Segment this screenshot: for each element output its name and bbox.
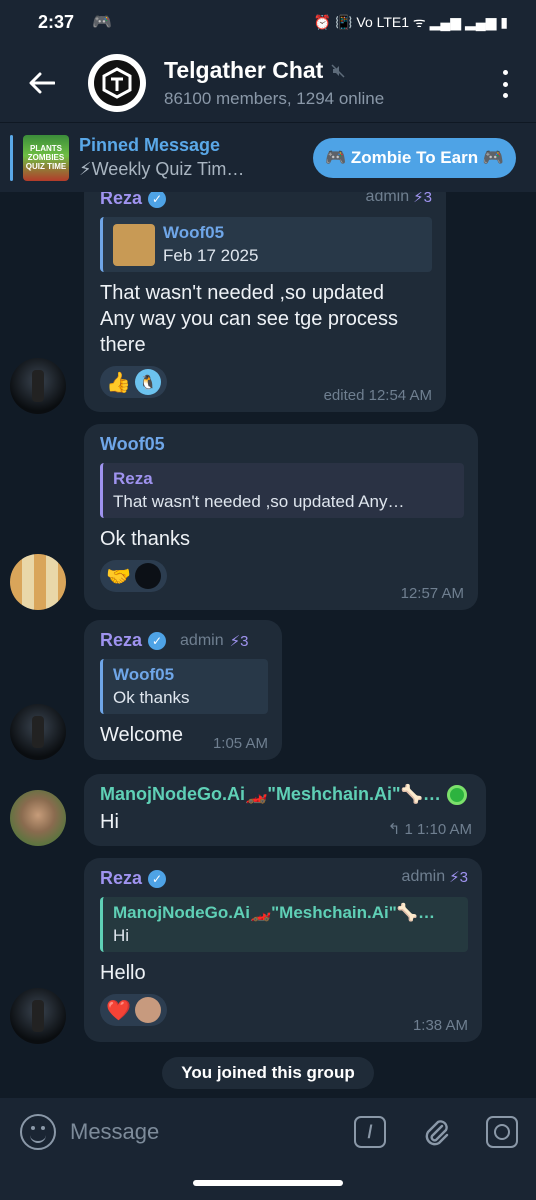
avatar-reza[interactable] — [10, 704, 66, 760]
message-text: Ok thanks — [100, 528, 191, 550]
arrow-left-icon — [29, 72, 55, 94]
pinned-indicator — [10, 134, 13, 181]
reply-text: Hi — [113, 926, 130, 945]
discord-icon: 🎮 — [92, 14, 112, 31]
penguin-reaction: 🐧 — [134, 369, 161, 395]
status-indicators: ⏰ 📳 Vo LTE1 ᯤ ▂▄▆ ▂▄▆ ▮ — [314, 13, 508, 32]
message-time: 1:05 AM — [212, 735, 268, 752]
back-button[interactable] — [12, 53, 72, 113]
message-bubble[interactable]: Woof05 Reza That wasn't needed ,so updat… — [84, 424, 478, 610]
reply-text: That wasn't needed ,so updated Any… — [113, 492, 405, 511]
reply-preview[interactable]: Reza That wasn't needed ,so updated Any… — [100, 463, 464, 518]
system-message: You joined this group — [162, 1057, 374, 1089]
avatar-reza[interactable] — [10, 988, 66, 1044]
status-badge-icon — [446, 784, 467, 805]
message-bubble[interactable]: Reza ✓ admin ⚡3 Woof05 Feb 17 2025 That … — [84, 192, 446, 412]
reply-sender: Reza — [113, 469, 153, 488]
message-time: 1:38 AM — [412, 1017, 468, 1034]
home-gesture-bar[interactable] — [193, 1180, 343, 1186]
reply-text: Feb 17 2025 — [163, 246, 259, 265]
message-line: there — [100, 334, 146, 356]
role-text: admin — [365, 192, 410, 205]
reactor-avatar — [134, 997, 161, 1023]
message-time: ↰ 1 1:10 AM — [387, 821, 472, 838]
role-label: admin ⚡3 — [366, 192, 432, 206]
role-label: admin ⚡3 — [402, 868, 468, 886]
message-text: Hello — [100, 962, 146, 984]
chat-header: Telgather Chat 86100 members, 1294 onlin… — [0, 44, 536, 122]
handshake-reaction: 🤝 — [106, 565, 131, 588]
reply-preview[interactable]: Woof05 Feb 17 2025 — [100, 217, 432, 272]
chat-messages[interactable]: Reza ✓ admin ⚡3 Woof05 Feb 17 2025 That … — [0, 192, 536, 1098]
zombie-to-earn-button[interactable]: 🎮 Zombie To Earn 🎮 — [313, 138, 516, 178]
emoji-button[interactable] — [20, 1114, 56, 1150]
status-time: 2:37 — [38, 11, 75, 32]
pinned-message-bar[interactable]: PLANTS ZOMBIES QUIZ TIME Pinned Message … — [0, 122, 536, 192]
reply-thumbnail — [113, 223, 155, 266]
pinned-title: Pinned Message — [79, 135, 221, 155]
reaction-pill[interactable]: 🤝 — [100, 560, 167, 592]
reaction-pill[interactable]: ❤️ — [100, 994, 167, 1026]
message-time: edited 12:54 AM — [323, 387, 432, 404]
verified-icon: ✓ — [148, 631, 167, 650]
command-button[interactable]: / — [354, 1116, 386, 1148]
message-line: That wasn't needed ,so updated — [100, 282, 385, 304]
system-nav-bar — [0, 1166, 536, 1200]
message-time: 12:57 AM — [400, 585, 464, 602]
reply-text: Ok thanks — [113, 688, 190, 707]
status-bar: 2:37 🎮 ⏰ 📳 Vo LTE1 ᯤ ▂▄▆ ▂▄▆ ▮ — [0, 0, 536, 44]
thumbs-up-reaction: 👍 — [106, 371, 131, 394]
reply-sender: Woof05 — [113, 665, 175, 684]
role-text: admin — [401, 868, 446, 885]
message-input[interactable]: Message — [70, 1119, 159, 1145]
sender-name[interactable]: Reza ✓ admin ⚡3 — [100, 630, 268, 651]
reply-sender: ManojNodeGo.Ai🏎️"Meshchain.Ai"🦴… — [113, 903, 435, 922]
status-indicators-text: ⏰ 📳 Vo LTE1 ᯤ ▂▄▆ ▂▄▆ ▮ — [313, 13, 508, 30]
heart-reaction: ❤️ — [106, 999, 131, 1022]
message-line: Any way you can see tge process — [100, 308, 398, 330]
boost-badge: ⚡3 — [229, 632, 249, 650]
verified-icon: ✓ — [148, 192, 167, 208]
pinned-thumb-line-2: ZOMBIES — [27, 153, 65, 162]
message-bubble[interactable]: ManojNodeGo.Ai🏎️"Meshchain.Ai"🦴… Hi ↰ 1 … — [84, 774, 486, 846]
sender-name-text: Reza — [100, 630, 143, 650]
avatar-woof05[interactable] — [10, 554, 66, 610]
group-avatar[interactable] — [88, 54, 146, 112]
attach-icon[interactable] — [420, 1116, 452, 1148]
chat-title: Telgather Chat — [164, 57, 384, 84]
message-bubble[interactable]: Reza ✓ admin ⚡3 Woof05 Ok thanks Welcome… — [84, 620, 282, 760]
reactor-avatar — [134, 563, 161, 589]
reaction-pill[interactable]: 👍 🐧 — [100, 366, 167, 398]
pinned-text: Pinned Message ⚡Weekly Quiz Tim… — [79, 135, 244, 180]
input-actions: / — [354, 1116, 518, 1148]
pinned-preview: ⚡Weekly Quiz Tim… — [79, 159, 245, 179]
boost-badge: ⚡3 — [449, 869, 468, 886]
sender-name-text: ManojNodeGo.Ai🏎️"Meshchain.Ai"🦴… — [100, 784, 441, 804]
pinned-thumbnail: PLANTS ZOMBIES QUIZ TIME — [23, 134, 69, 181]
boost-badge: ⚡3 — [413, 192, 432, 206]
member-count: 86100 members, 1294 online — [164, 89, 385, 108]
message-text: That wasn't needed ,so updated Any way y… — [100, 280, 432, 358]
sender-name-text: Reza — [100, 192, 143, 208]
message-input-bar: Message / — [0, 1098, 536, 1166]
muted-speaker-icon — [331, 63, 345, 78]
chat-title-text: Telgather Chat — [164, 57, 324, 83]
verified-icon: ✓ — [148, 869, 167, 888]
reply-sender: Woof05 — [163, 223, 225, 242]
sender-name[interactable]: ManojNodeGo.Ai🏎️"Meshchain.Ai"🦴… — [100, 784, 472, 805]
pinned-thumb-line-3: QUIZ TIME — [25, 162, 67, 171]
avatar-reza[interactable] — [10, 358, 66, 414]
sender-name[interactable]: Woof05 — [100, 434, 464, 455]
message-bubble[interactable]: Reza ✓ admin ⚡3 ManojNodeGo.Ai🏎️"Meshcha… — [84, 858, 482, 1042]
camera-icon[interactable] — [486, 1116, 518, 1148]
sender-name-text: Reza — [100, 868, 143, 888]
chat-title-block[interactable]: Telgather Chat 86100 members, 1294 onlin… — [164, 57, 384, 109]
reply-preview[interactable]: Woof05 Ok thanks — [100, 659, 268, 714]
reply-preview[interactable]: ManojNodeGo.Ai🏎️"Meshchain.Ai"🦴… Hi — [100, 897, 468, 952]
telgather-logo-icon — [102, 67, 132, 99]
role-text: admin — [180, 631, 224, 649]
more-menu-button[interactable] — [500, 70, 510, 98]
avatar-manoj[interactable] — [10, 790, 66, 846]
pinned-thumb-line-1: PLANTS — [30, 144, 62, 153]
